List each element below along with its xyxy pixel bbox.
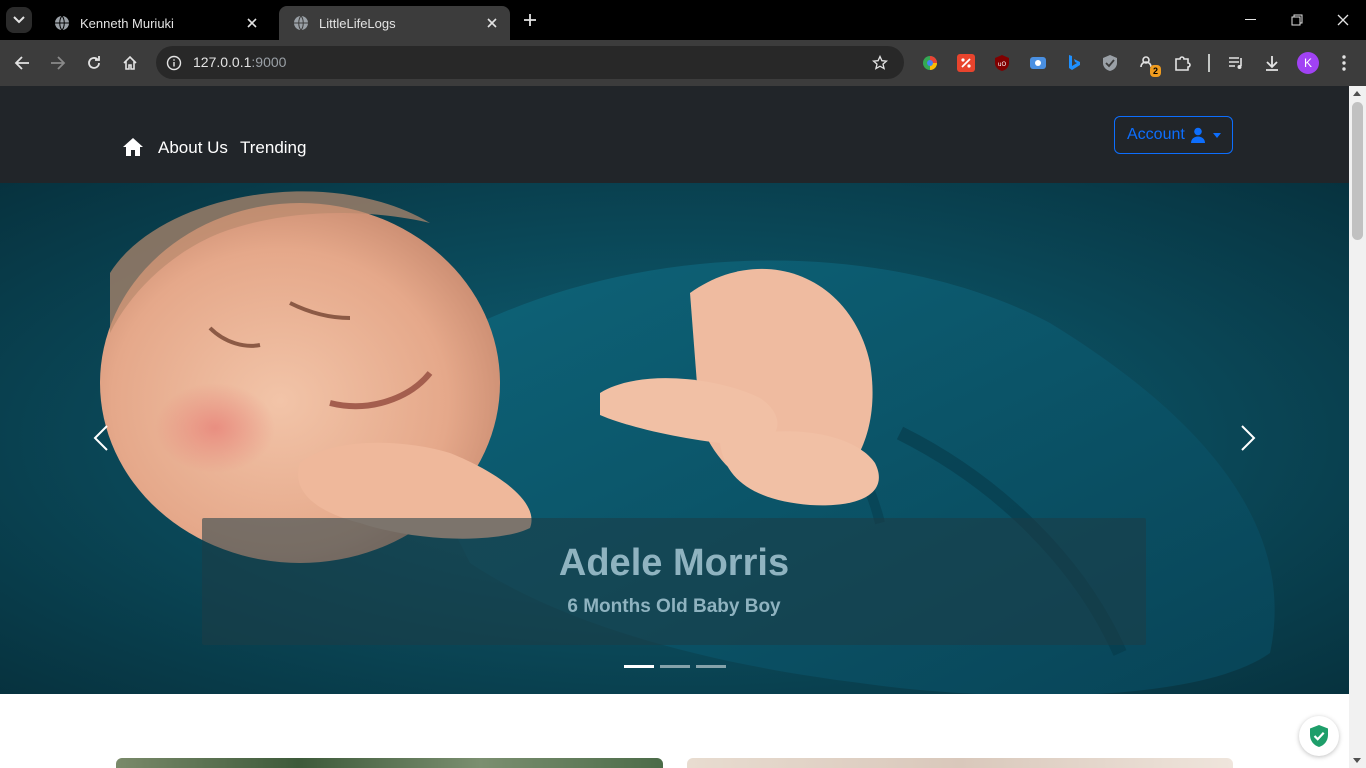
browser-tab-kenneth[interactable]: Kenneth Muriuki	[40, 6, 270, 40]
page-viewport: About Us Trending Account Adele Morris 6…	[0, 86, 1349, 768]
arrow-right-icon	[51, 56, 66, 70]
page-scrollbar[interactable]	[1349, 86, 1366, 768]
site-navbar: About Us Trending Account	[0, 86, 1349, 183]
browser-toolbar: 127.0.0.1:9000 uO 2	[0, 40, 1366, 86]
media-controls-icon[interactable]	[1225, 52, 1247, 74]
close-tab-icon[interactable]	[482, 13, 502, 33]
toolbar-separator	[1208, 54, 1210, 72]
restore-icon	[1291, 14, 1303, 26]
chevron-down-icon	[13, 16, 25, 24]
browser-tabstrip: Kenneth Muriuki LittleLifeLogs	[0, 0, 1366, 40]
plus-icon	[524, 14, 536, 26]
arrow-left-icon	[14, 56, 29, 70]
scroll-down-arrow[interactable]	[1353, 758, 1361, 763]
nav-link-trending[interactable]: Trending	[240, 138, 306, 158]
address-bar[interactable]: 127.0.0.1:9000	[156, 46, 904, 79]
carousel-caption: Adele Morris 6 Months Old Baby Boy	[202, 518, 1146, 645]
hero-carousel: Adele Morris 6 Months Old Baby Boy	[0, 183, 1349, 694]
tab-title: Kenneth Muriuki	[80, 15, 174, 31]
url-port: :9000	[251, 54, 287, 70]
url-host: 127.0.0.1	[193, 54, 252, 70]
user-icon	[1190, 127, 1205, 143]
bookmark-star-icon[interactable]	[870, 53, 890, 73]
reload-icon	[88, 56, 100, 69]
scroll-up-arrow[interactable]	[1353, 91, 1361, 96]
shield-check-icon	[1310, 725, 1328, 747]
extension-screen-icon[interactable]	[1027, 52, 1049, 74]
extension-badge-count: 2	[1149, 65, 1161, 77]
security-shield-button[interactable]	[1299, 716, 1339, 756]
ublock-icon[interactable]: uO	[991, 52, 1013, 74]
chevron-right-icon	[1241, 425, 1256, 451]
carousel-next-button[interactable]	[1236, 423, 1260, 453]
close-icon	[1337, 14, 1349, 26]
carousel-indicator-1[interactable]	[624, 665, 654, 668]
new-tab-button[interactable]	[518, 8, 542, 32]
restore-button[interactable]	[1274, 0, 1320, 40]
nav-link-about-us[interactable]: About Us	[158, 138, 228, 158]
forward-button[interactable]	[46, 51, 70, 75]
account-dropdown-button[interactable]: Account	[1114, 116, 1233, 154]
close-tab-icon[interactable]	[242, 13, 262, 33]
minimize-button[interactable]	[1228, 0, 1274, 40]
globe-icon	[55, 15, 69, 31]
svg-text:uO: uO	[998, 61, 1007, 68]
globe-icon	[294, 15, 308, 31]
caret-down-icon	[1212, 132, 1221, 138]
caption-title: Adele Morris	[558, 542, 790, 584]
back-button[interactable]	[10, 51, 34, 75]
extension-color-icon[interactable]	[919, 52, 941, 74]
minimize-icon	[1245, 19, 1256, 20]
profile-avatar[interactable]: K	[1297, 52, 1319, 74]
browser-tab-littlelifelogs[interactable]: LittleLifeLogs	[279, 6, 510, 40]
tab-search-button[interactable]	[6, 7, 32, 33]
chevron-left-icon	[93, 425, 108, 451]
scrollbar-thumb[interactable]	[1352, 102, 1363, 240]
carousel-indicators	[624, 665, 726, 668]
extension-percent-icon[interactable]	[955, 52, 977, 74]
site-info-icon[interactable]	[162, 51, 185, 74]
extension-badge-icon[interactable]: 2	[1135, 52, 1161, 77]
home-button[interactable]	[118, 51, 142, 75]
url-text: 127.0.0.1:9000	[193, 54, 286, 70]
reload-button[interactable]	[82, 51, 106, 75]
carousel-indicator-2[interactable]	[660, 665, 690, 668]
carousel-prev-button[interactable]	[89, 423, 113, 453]
close-window-button[interactable]	[1320, 0, 1366, 40]
content-card-1[interactable]	[116, 758, 663, 768]
shield-extension-icon[interactable]	[1099, 52, 1121, 74]
home-nav-icon[interactable]	[122, 137, 144, 157]
bing-icon[interactable]	[1063, 52, 1085, 74]
menu-kebab-icon[interactable]	[1333, 52, 1355, 74]
tab-title: LittleLifeLogs	[319, 15, 396, 31]
account-label: Account	[1127, 126, 1185, 143]
download-icon[interactable]	[1261, 52, 1283, 74]
carousel-indicator-3[interactable]	[696, 665, 726, 668]
content-card-2[interactable]	[687, 758, 1233, 768]
home-icon	[123, 55, 137, 70]
caption-subtitle: 6 Months Old Baby Boy	[567, 596, 781, 617]
puzzle-icon[interactable]	[1171, 52, 1193, 74]
